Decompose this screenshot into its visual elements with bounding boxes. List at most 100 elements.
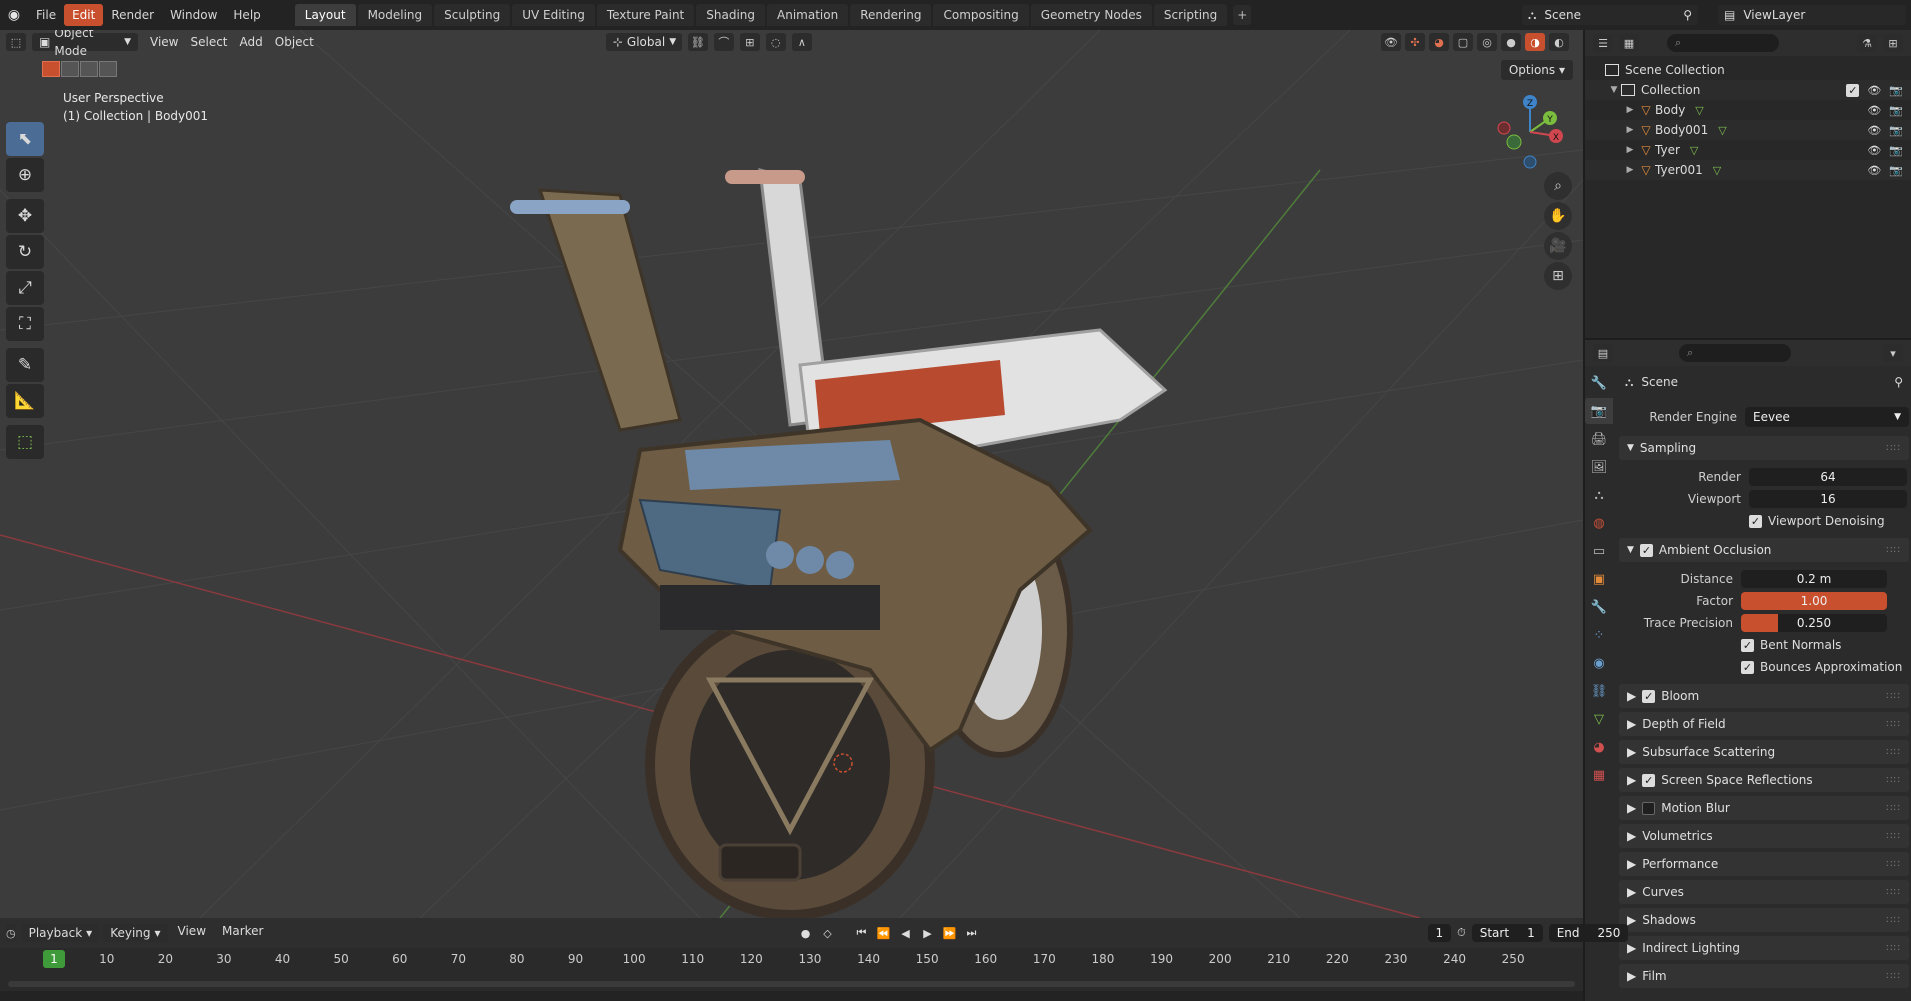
sampling-panel-header[interactable]: ▼ Sampling ∷∷: [1619, 436, 1909, 460]
cursor-tool-icon[interactable]: ⊕: [6, 158, 44, 192]
menu-help[interactable]: Help: [225, 4, 268, 26]
select-box-tool-icon[interactable]: ⬉: [6, 122, 44, 156]
drag-handle-icon[interactable]: ∷∷: [1886, 443, 1901, 454]
timeline-editor-icon[interactable]: ◷: [6, 924, 16, 942]
viewport-menu-add[interactable]: Add: [234, 35, 269, 49]
outliner-search-input[interactable]: ⌕: [1667, 34, 1779, 52]
tab-texture-paint[interactable]: Texture Paint: [596, 4, 695, 26]
visibility-icon[interactable]: 👁: [1381, 33, 1401, 51]
world-tab-icon[interactable]: ◍: [1585, 510, 1613, 536]
snap-target-icon[interactable]: ⊞: [739, 33, 760, 51]
play-icon[interactable]: ▶: [918, 924, 938, 942]
modifier-tab-icon[interactable]: 🔧: [1585, 594, 1613, 620]
eye-icon[interactable]: 👁: [1867, 84, 1881, 97]
tab-scripting[interactable]: Scripting: [1153, 4, 1228, 26]
stopwatch-icon[interactable]: ⏱: [1457, 924, 1466, 942]
camera-render-icon[interactable]: 📷: [1889, 84, 1903, 97]
eye-icon[interactable]: 👁: [1867, 124, 1881, 137]
panel-performance[interactable]: ▶ Performance ∷∷: [1619, 852, 1909, 876]
view-layer-selector[interactable]: ▤ ViewLayer: [1718, 5, 1906, 25]
annotate-tool-icon[interactable]: ✎: [6, 348, 44, 382]
properties-search-input[interactable]: ⌕: [1679, 344, 1791, 362]
menu-file[interactable]: File: [28, 4, 64, 26]
end-frame-field[interactable]: End 250: [1548, 924, 1629, 942]
scene-tab-icon[interactable]: ⛬: [1585, 482, 1613, 508]
panel-motion-blur[interactable]: ▶ Motion Blur ∷∷: [1619, 796, 1909, 820]
select-subtract-icon[interactable]: [80, 61, 98, 77]
physics-tab-icon[interactable]: ◉: [1585, 650, 1613, 676]
render-engine-dropdown[interactable]: Eevee ▼: [1745, 407, 1909, 427]
tab-modeling[interactable]: Modeling: [357, 4, 433, 26]
eye-icon[interactable]: 👁: [1867, 144, 1881, 157]
pin-icon[interactable]: ⚲: [1683, 8, 1692, 22]
outliner-object-row[interactable]: ▶ ▽ Tyer001 ▽ 👁 📷: [1585, 160, 1911, 180]
bent-normals-row[interactable]: ✓ Bent Normals: [1619, 634, 1909, 656]
camera-render-icon[interactable]: 📷: [1889, 124, 1903, 137]
bounces-approx-checkbox[interactable]: ✓: [1741, 660, 1754, 674]
drag-handle-icon[interactable]: ∷∷: [1886, 747, 1901, 758]
snap-icon[interactable]: ⌒: [713, 33, 734, 51]
expand-right-icon[interactable]: ▶: [1623, 125, 1637, 135]
outliner-object-row[interactable]: ▶ ▽ Tyer ▽ 👁 📷: [1585, 140, 1911, 160]
material-tab-icon[interactable]: ◕: [1585, 734, 1613, 760]
menu-window[interactable]: Window: [162, 4, 225, 26]
bounces-approx-row[interactable]: ✓ Bounces Approximation: [1619, 656, 1909, 678]
bent-normals-checkbox[interactable]: ✓: [1741, 638, 1754, 652]
drag-handle-icon[interactable]: ∷∷: [1886, 691, 1901, 702]
drag-handle-icon[interactable]: ∷∷: [1886, 719, 1901, 730]
ao-distance-field[interactable]: 0.2 m: [1741, 570, 1887, 588]
motion-blur-checkbox[interactable]: [1642, 801, 1656, 815]
panel-bloom[interactable]: ▶ ✓ Bloom ∷∷: [1619, 684, 1909, 708]
select-extend-icon[interactable]: [61, 61, 79, 77]
expand-right-icon[interactable]: ▶: [1623, 145, 1637, 155]
solid-shading-icon[interactable]: ●: [1501, 33, 1521, 51]
tab-layout[interactable]: Layout: [294, 4, 356, 26]
filter-icon[interactable]: ⚗: [1857, 34, 1877, 52]
panel-indirect-lighting[interactable]: ▶ Indirect Lighting ∷∷: [1619, 936, 1909, 960]
drag-handle-icon[interactable]: ∷∷: [1886, 803, 1901, 814]
data-tab-icon[interactable]: ▽: [1585, 706, 1613, 732]
xray-icon[interactable]: ▢: [1453, 33, 1473, 51]
play-reverse-icon[interactable]: ◀: [896, 924, 916, 942]
frame-ruler[interactable]: 1 10 20 30 40 50 60 70 80 90 100 110 120 130 140 150 16…: [0, 948, 1583, 972]
panel-curves[interactable]: ▶ Curves ∷∷: [1619, 880, 1909, 904]
scene-selector[interactable]: ⛬ Scene ⚲: [1522, 5, 1698, 25]
chevron-down-icon[interactable]: ▾: [1883, 344, 1903, 362]
timeline-menu-keying[interactable]: Keying ▾: [103, 924, 168, 942]
drag-handle-icon[interactable]: ∷∷: [1886, 775, 1901, 786]
rotate-tool-icon[interactable]: ↻: [6, 235, 44, 269]
proportional-edit-icon[interactable]: ◌: [765, 33, 786, 51]
blender-logo-icon[interactable]: ◉: [0, 0, 28, 30]
ao-precision-slider[interactable]: 0.250: [1741, 614, 1887, 632]
gizmo-icon[interactable]: ✣: [1405, 33, 1425, 51]
add-workspace-button[interactable]: +: [1233, 5, 1252, 25]
view-layer-tab-icon[interactable]: 🖼: [1585, 454, 1613, 480]
camera-render-icon[interactable]: 📷: [1889, 144, 1903, 157]
tab-uv-editing[interactable]: UV Editing: [512, 4, 595, 26]
current-frame-field[interactable]: 1: [1427, 924, 1452, 942]
viewport-samples-field[interactable]: 16: [1749, 490, 1907, 508]
properties-editor-icon[interactable]: ▤: [1593, 344, 1613, 362]
falloff-icon[interactable]: ∧: [791, 33, 812, 51]
camera-icon[interactable]: 🎥: [1544, 232, 1572, 260]
orientation-dropdown[interactable]: ⊹ Global ▼: [605, 33, 682, 51]
overlay-icon[interactable]: ◕: [1429, 33, 1449, 51]
ao-enable-checkbox[interactable]: ✓: [1639, 543, 1653, 557]
jump-end-icon[interactable]: ⏭: [962, 924, 982, 942]
bloom-checkbox[interactable]: ✓: [1642, 689, 1656, 703]
timeline-menu-view[interactable]: View: [172, 924, 212, 942]
add-cube-tool-icon[interactable]: ⬚: [6, 425, 44, 459]
tab-rendering[interactable]: Rendering: [850, 4, 932, 26]
menu-edit[interactable]: Edit: [64, 4, 104, 26]
viewport-menu-select[interactable]: Select: [184, 35, 233, 49]
measure-tool-icon[interactable]: 📐: [6, 384, 44, 418]
grid-toggle-icon[interactable]: ⊞: [1544, 262, 1572, 290]
options-dropdown[interactable]: Options ▾: [1500, 60, 1573, 80]
drag-handle-icon[interactable]: ∷∷: [1886, 859, 1901, 870]
mode-dropdown[interactable]: ▣ Object Mode ▼: [32, 30, 138, 58]
tab-animation[interactable]: Animation: [767, 4, 849, 26]
tool-tab-icon[interactable]: 🔧: [1585, 370, 1613, 396]
tab-sculpting[interactable]: Sculpting: [434, 4, 511, 26]
tab-shading[interactable]: Shading: [696, 4, 765, 26]
start-frame-field[interactable]: Start 1: [1471, 924, 1543, 942]
